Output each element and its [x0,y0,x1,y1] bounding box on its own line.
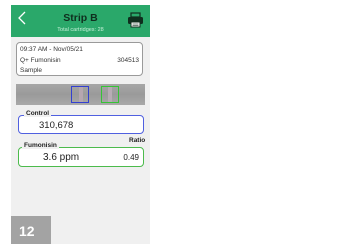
sample-label: Sample [20,67,43,74]
printer-icon[interactable] [127,12,144,28]
control-value: 310,678 [39,120,74,131]
analyte-label: Fumonisin [22,142,59,149]
test-name: Q+ Fumonisin [20,57,61,64]
control-line-box [71,86,89,103]
test-line-box [101,86,119,103]
lot-number: 304513 [117,57,139,64]
test-strip-image [16,84,145,105]
test-timestamp: 09:37 AM - Nov/05/21 [20,46,83,53]
app-header: Strip B Total cartridges: 28 [11,5,150,37]
control-label: Control [24,110,52,117]
control-result-card: Control 310,678 [18,110,144,134]
step-number-badge: 12 [11,216,51,244]
test-info-card: 09:37 AM - Nov/05/21 Q+ Fumonisin 304513… [16,42,143,76]
ratio-label: Ratio [129,137,146,144]
device-screen: Strip B Total cartridges: 28 09:37 AM - … [11,5,150,244]
ratio-value: 0.49 [123,153,139,162]
analyte-result-card: Fumonisin 3.6 ppm 0.49 [18,142,144,167]
analyte-concentration: 3.6 ppm [43,152,80,163]
